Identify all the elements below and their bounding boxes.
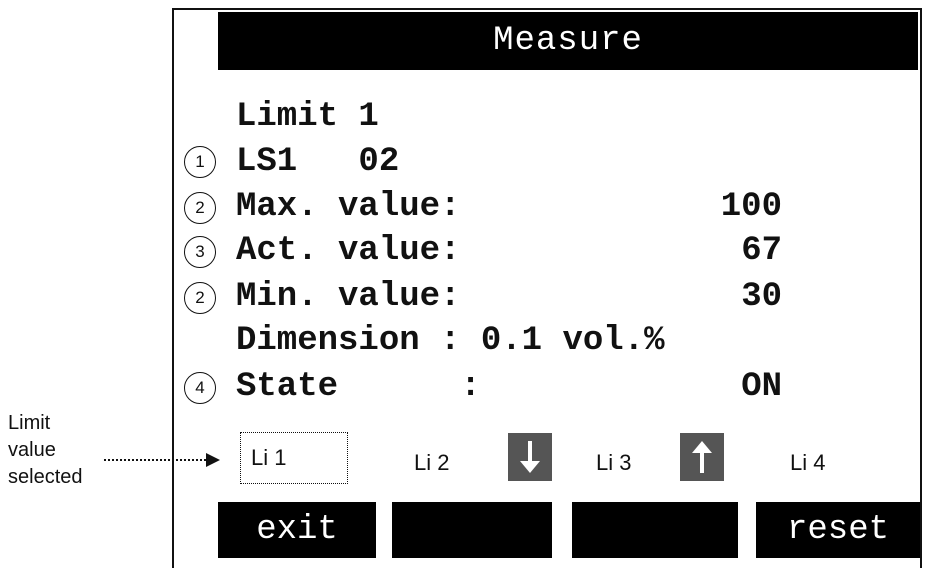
tab-li2[interactable]: Li 2 [414,450,449,476]
arrow-up-button[interactable] [680,433,724,481]
state-value: ON [741,368,782,406]
marker-4: 4 [184,372,216,404]
tab-li1-label: Li 1 [251,445,287,470]
act-value: 67 [741,232,782,270]
callout-arrowhead-icon [206,453,220,467]
callout-line-3: selected [8,466,83,488]
reset-button[interactable]: reset [756,502,920,558]
arrow-down-button[interactable] [508,433,552,481]
state-label: State : [236,368,481,406]
min-value: 30 [741,278,782,316]
marker-3-act: 3 [184,236,216,268]
softkey-2-button[interactable] [392,502,552,558]
act-value-label: Act. value: [236,232,461,270]
screen-title: Measure [218,12,918,70]
dimension-line: Dimension : 0.1 vol.% [236,322,665,360]
marker-2-max: 2 [184,192,216,224]
callout-line-1: Limit [8,412,51,434]
marker-2-min: 2 [184,282,216,314]
max-value: 100 [720,188,782,226]
tab-li4[interactable]: Li 4 [790,450,825,476]
arrow-down-icon [520,441,540,473]
max-value-label: Max. value: [236,188,461,226]
callout-leader-line [104,459,214,461]
ls1-label: LS1 02 [236,143,400,181]
callout-text: Limit value selected [8,410,128,491]
marker-1: 1 [184,146,216,178]
tab-li3[interactable]: Li 3 [596,450,631,476]
arrow-up-icon [692,441,712,473]
limit-heading: Limit 1 [236,98,379,136]
min-value-label: Min. value: [236,278,461,316]
softkey-3-button[interactable] [572,502,738,558]
exit-button[interactable]: exit [218,502,376,558]
tab-li1[interactable]: Li 1 [240,432,348,484]
